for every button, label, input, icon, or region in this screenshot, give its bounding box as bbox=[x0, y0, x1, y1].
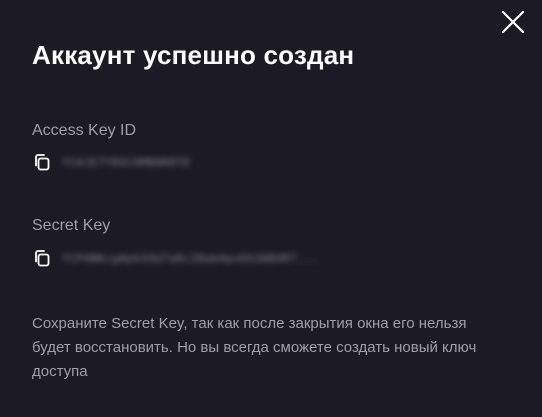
access-key-row: YCAJE7Y8XCOMB8R8TD bbox=[32, 151, 190, 173]
secret-key-value[interactable]: YCP4BKcgApkX4d7a8cZ8ab4pxEb3AB4R7... bbox=[62, 252, 318, 265]
secret-key-label: Secret Key bbox=[32, 217, 111, 234]
copy-icon bbox=[35, 250, 50, 267]
close-icon bbox=[501, 10, 525, 34]
copy-access-key-button[interactable] bbox=[32, 152, 52, 172]
copy-icon bbox=[35, 154, 50, 171]
close-button[interactable] bbox=[500, 9, 526, 35]
save-secret-warning: Сохраните Secret Key, так как после закр… bbox=[32, 315, 477, 380]
account-created-dialog: Аккаунт успешно создан Access Key ID YCA… bbox=[0, 0, 542, 417]
access-key-label: Access Key ID bbox=[32, 122, 137, 139]
dialog-title: Аккаунт успешно создан bbox=[32, 40, 355, 70]
secret-key-row: YCP4BKcgApkX4d7a8cZ8ab4pxEb3AB4R7... bbox=[32, 247, 318, 269]
access-key-value[interactable]: YCAJE7Y8XCOMB8R8TD bbox=[62, 156, 190, 169]
copy-secret-key-button[interactable] bbox=[32, 248, 52, 268]
